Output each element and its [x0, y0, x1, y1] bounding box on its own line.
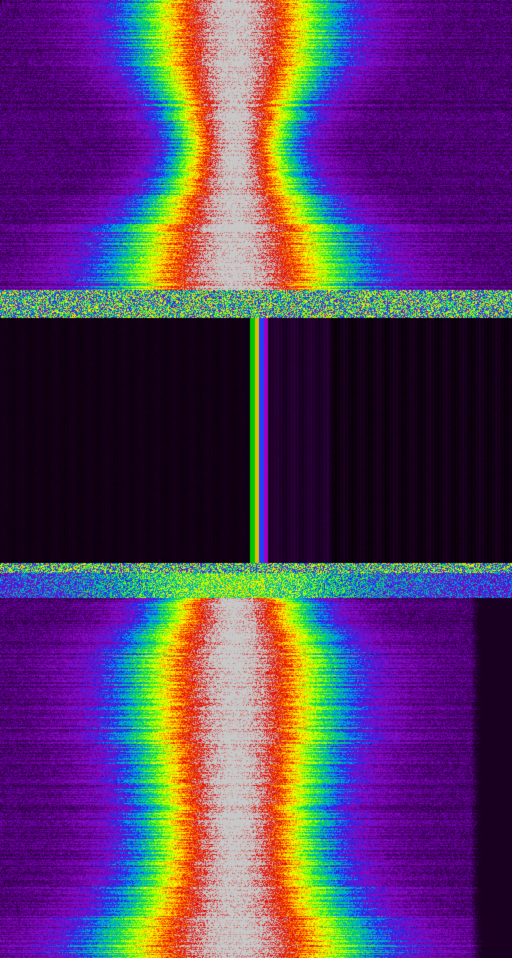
waterfall-canvas	[0, 0, 512, 958]
spectrum-waterfall-display	[0, 0, 512, 958]
